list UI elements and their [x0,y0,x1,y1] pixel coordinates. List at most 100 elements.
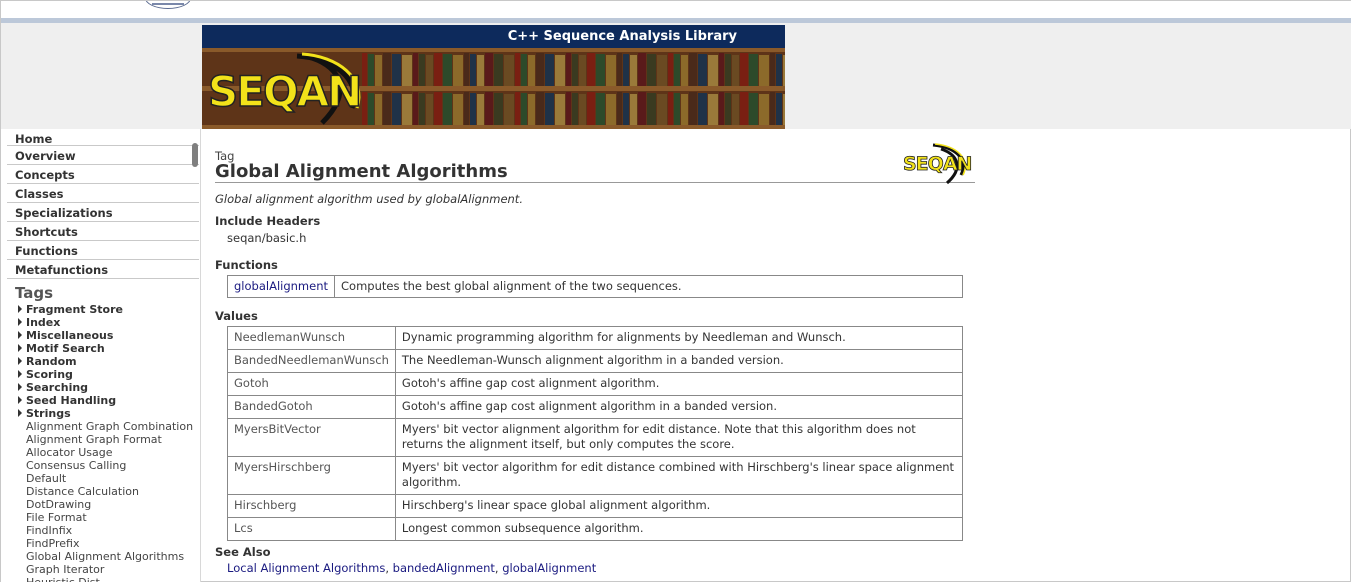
include-header-value: seqan/basic.h [227,231,307,245]
nav-shortcuts[interactable]: Shortcuts [7,222,199,241]
summary: Global alignment algorithm used by globa… [215,192,523,206]
expand-triangle-icon[interactable] [18,305,22,313]
table-row: globalAlignment Computes the best global … [227,275,963,298]
tree-leaf-item[interactable]: Allocator Usage [1,446,200,459]
tree-leaf-item[interactable]: Alignment Graph Combination [1,420,200,433]
expand-triangle-icon[interactable] [18,344,22,352]
link-separator: , [385,561,393,575]
tree-leaf-item[interactable]: Alignment Graph Format [1,433,200,446]
tree-leaf-item[interactable]: DotDrawing [1,498,200,511]
table-row: NeedlemanWunsch Dynamic programming algor… [227,326,964,350]
row-name: BandedNeedlemanWunsch [227,349,396,373]
tree-group-item[interactable]: Seed Handling [1,394,200,407]
tree-group-item[interactable]: Miscellaneous [1,329,200,342]
row-name: Gotoh [227,372,396,396]
tree-leaf-item[interactable]: Global Alignment Algorithms [1,550,200,563]
nav-functions[interactable]: Functions [7,241,199,260]
nav-overview[interactable]: Overview [7,146,199,165]
tree-group-item[interactable]: Searching [1,381,200,394]
functions-heading: Functions [215,258,278,272]
see-also-link[interactable]: bandedAlignment [393,561,495,575]
sidebar-scrollbar[interactable] [192,143,198,167]
table-row: Lcs Longest common subsequence algorithm. [227,517,964,541]
tree-group-label: Random [26,355,77,368]
include-headers-heading: Include Headers [215,214,321,228]
row-name: MyersBitVector [227,418,396,457]
tree-leaf-item[interactable]: Heuristic Dist... [1,576,200,582]
row-description: Gotoh's affine gap cost alignment algori… [394,395,964,419]
expand-triangle-icon[interactable] [18,383,22,391]
banner-title-bar: C++ Sequence Analysis Library [202,25,785,48]
nav-concepts[interactable]: Concepts [7,165,199,184]
see-also-link[interactable]: globalAlignment [502,561,596,575]
nav-home[interactable]: Home [7,129,199,146]
small-logo-text: SEQAN [903,153,973,176]
banner-title: C++ Sequence Analysis Library [507,29,737,44]
tree-group-label: Fragment Store [26,303,123,316]
tree-leaf-item[interactable]: File Format [1,511,200,524]
tree-group-label: Strings [26,407,71,420]
row-name: Lcs [227,517,396,541]
row-description: Hirschberg's linear space global alignme… [394,494,964,518]
tree-group-label: Scoring [26,368,73,381]
title-divider [215,182,975,183]
tree-group-item[interactable]: Fragment Store [1,303,200,316]
seqan-logo-text: SEQAN [207,66,363,117]
table-row: Gotoh Gotoh's affine gap cost alignment a… [227,372,964,396]
table-row: Hirschberg Hirschberg's linear space glob… [227,494,964,518]
row-name: MyersHirschberg [227,456,396,495]
table-row: MyersHirschberg Myers' bit vector algorit… [227,456,964,495]
row-description: Myers' bit vector algorithm for edit dis… [394,456,964,495]
tree-group-label: Motif Search [26,342,105,355]
page-title: Global Alignment Algorithms [215,161,508,182]
tree-group-label: Searching [26,381,89,394]
see-also-heading: See Also [215,545,271,559]
table-row: MyersBitVector Myers' bit vector alignmen… [227,418,964,457]
tree-group-label: Seed Handling [26,394,117,407]
tree-leaf-item[interactable]: Consensus Calling [1,459,200,472]
values-table: NeedlemanWunsch Dynamic programming algor… [227,326,964,541]
tree-group-label: Miscellaneous [26,329,114,342]
row-description: Longest common subsequence algorithm. [394,517,964,541]
table-row: BandedGotoh Gotoh's affine gap cost align… [227,395,964,419]
see-also-link[interactable]: Local Alignment Algorithms [227,561,385,575]
tree-group-item[interactable]: Scoring [1,368,200,381]
table-row: BandedNeedlemanWunsch The Needleman-Wunsc… [227,349,964,373]
functions-table: globalAlignment Computes the best global … [227,275,963,298]
tags-heading: Tags [15,284,54,302]
expand-triangle-icon[interactable] [18,370,22,378]
expand-triangle-icon[interactable] [18,357,22,365]
row-description: Gotoh's affine gap cost alignment algori… [394,372,964,396]
tree-leaf-item[interactable]: FindInfix [1,524,200,537]
tree-group-item[interactable]: Random [1,355,200,368]
row-description: Computes the best global alignment of th… [334,275,963,298]
top-strip [1,1,1351,18]
row-description: The Needleman-Wunsch alignment algorithm… [394,349,964,373]
nav-metafunctions[interactable]: Metafunctions [7,260,199,279]
row-name[interactable]: globalAlignment [227,275,335,298]
sidebar: Home Overview Concepts Classes Specializ… [1,129,201,582]
expand-triangle-icon[interactable] [18,318,22,326]
values-heading: Values [215,309,258,323]
tree-group-item[interactable]: Motif Search [1,342,200,355]
expand-triangle-icon[interactable] [18,396,22,404]
row-name: Hirschberg [227,494,396,518]
expand-triangle-icon[interactable] [18,331,22,339]
institution-seal-icon [145,1,191,9]
seqan-banner[interactable]: C++ Sequence Analysis Library SEQAN [202,25,785,129]
tree-leaf-item[interactable]: Graph Iterator [1,563,200,576]
nav-specializations[interactable]: Specializations [7,203,199,222]
seqan-small-logo: SEQAN [903,141,975,185]
tree-leaf-item[interactable]: Default [1,472,200,485]
nav-classes[interactable]: Classes [7,184,199,203]
expand-triangle-icon[interactable] [18,409,22,417]
row-description: Myers' bit vector alignment algorithm fo… [394,418,964,457]
tree-group-item[interactable]: Strings [1,407,200,420]
tree-group-item[interactable]: Index [1,316,200,329]
tree-leaf-item[interactable]: Distance Calculation [1,485,200,498]
tree-leaf-item[interactable]: FindPrefix [1,537,200,550]
row-description: Dynamic programming algorithm for alignm… [394,326,964,350]
see-also-links: Local Alignment Algorithms, bandedAlignm… [227,561,596,575]
row-name: BandedGotoh [227,395,396,419]
tree-group-label: Index [26,316,61,329]
